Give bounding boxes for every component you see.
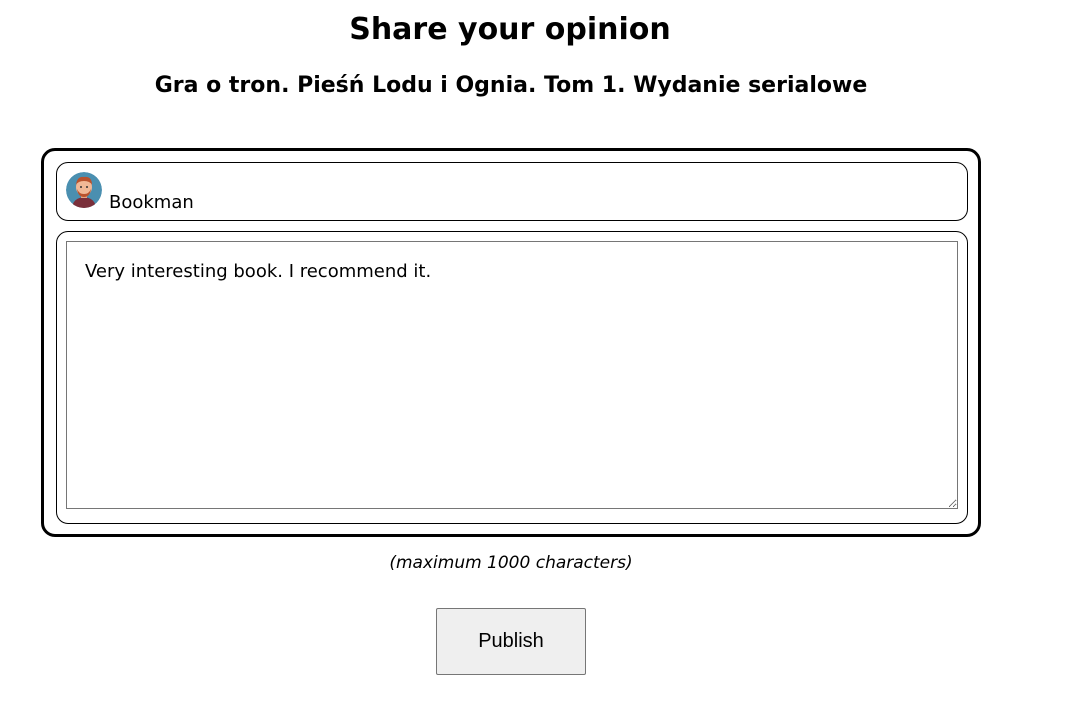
page-title: Share your opinion <box>349 12 671 47</box>
username: Bookman <box>109 192 194 213</box>
character-limit-hint: (maximum 1000 characters) <box>389 553 633 573</box>
user-box: Bookman <box>56 162 968 221</box>
book-title: Gra o tron. Pieśń Lodu i Ognia. Tom 1. W… <box>154 73 868 98</box>
opinion-card: Bookman <box>41 148 981 537</box>
user-avatar-icon <box>66 172 102 208</box>
page: Share your opinion Gra o tron. Pieśń Lod… <box>0 0 1066 704</box>
publish-button[interactable]: Publish <box>436 608 586 675</box>
review-box <box>56 231 968 524</box>
review-textarea[interactable] <box>66 241 958 509</box>
